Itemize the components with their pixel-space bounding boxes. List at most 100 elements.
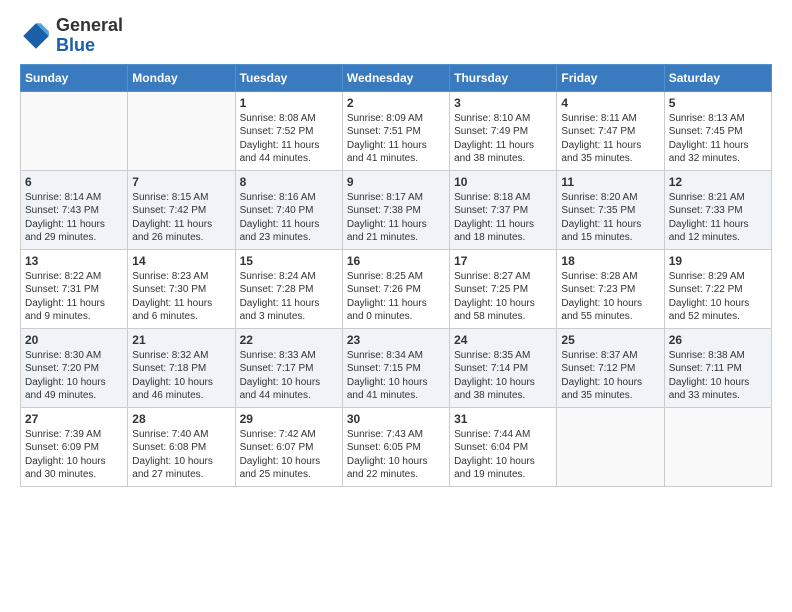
day-info: Sunrise: 7:40 AMSunset: 6:08 PMDaylight:…	[132, 428, 230, 482]
day-info: Sunrise: 7:39 AMSunset: 6:09 PMDaylight:…	[25, 428, 123, 482]
week-row-2: 6 Sunrise: 8:14 AMSunset: 7:43 PMDaylight…	[21, 170, 772, 249]
day-info: Sunrise: 8:10 AMSunset: 7:49 PMDaylight:…	[454, 112, 552, 166]
day-cell: 21 Sunrise: 8:32 AMSunset: 7:18 PMDayligh…	[128, 328, 235, 407]
col-header-monday: Monday	[128, 64, 235, 91]
day-info: Sunrise: 8:16 AMSunset: 7:40 PMDaylight:…	[240, 191, 338, 245]
calendar-table: SundayMondayTuesdayWednesdayThursdayFrid…	[20, 64, 772, 487]
col-header-sunday: Sunday	[21, 64, 128, 91]
day-cell: 15Sunrise: 8:24 AMSunset: 7:28 PMDayligh…	[235, 249, 342, 328]
col-header-thursday: Thursday	[450, 64, 557, 91]
day-number: 9	[347, 175, 445, 189]
day-number: 1	[240, 96, 338, 110]
header: General Blue	[20, 16, 772, 56]
day-info: Sunrise: 8:27 AMSunset: 7:25 PMDaylight:…	[454, 270, 552, 324]
day-number: 26	[669, 333, 767, 347]
day-cell: 27 Sunrise: 7:39 AMSunset: 6:09 PMDayligh…	[21, 407, 128, 486]
day-number: 20	[25, 333, 123, 347]
day-cell: 8Sunrise: 8:16 AMSunset: 7:40 PMDaylight…	[235, 170, 342, 249]
day-number: 19	[669, 254, 767, 268]
day-number: 13	[25, 254, 123, 268]
day-number: 11	[561, 175, 659, 189]
day-cell: 2 Sunrise: 8:09 AMSunset: 7:51 PMDaylight…	[342, 91, 449, 170]
day-cell: 25Sunrise: 8:37 AMSunset: 7:12 PMDayligh…	[557, 328, 664, 407]
week-row-5: 27 Sunrise: 7:39 AMSunset: 6:09 PMDayligh…	[21, 407, 772, 486]
day-number: 18	[561, 254, 659, 268]
day-cell	[21, 91, 128, 170]
day-info: Sunrise: 8:34 AMSunset: 7:15 PMDaylight:…	[347, 349, 445, 403]
day-cell	[557, 407, 664, 486]
day-info: Sunrise: 8:21 AMSunset: 7:33 PMDaylight:…	[669, 191, 767, 245]
logo: General Blue	[20, 16, 123, 56]
day-info: Sunrise: 8:37 AMSunset: 7:12 PMDaylight:…	[561, 349, 659, 403]
day-number: 12	[669, 175, 767, 189]
day-number: 10	[454, 175, 552, 189]
day-number: 3	[454, 96, 552, 110]
day-info: Sunrise: 8:28 AMSunset: 7:23 PMDaylight:…	[561, 270, 659, 324]
day-cell: 23Sunrise: 8:34 AMSunset: 7:15 PMDayligh…	[342, 328, 449, 407]
day-cell: 22 Sunrise: 8:33 AMSunset: 7:17 PMDayligh…	[235, 328, 342, 407]
day-info: Sunrise: 8:32 AMSunset: 7:18 PMDaylight:…	[132, 349, 230, 403]
week-row-4: 20 Sunrise: 8:30 AMSunset: 7:20 PMDayligh…	[21, 328, 772, 407]
col-header-tuesday: Tuesday	[235, 64, 342, 91]
calendar-header-row: SundayMondayTuesdayWednesdayThursdayFrid…	[21, 64, 772, 91]
day-cell: 5 Sunrise: 8:13 AMSunset: 7:45 PMDaylight…	[664, 91, 771, 170]
day-info: Sunrise: 8:29 AMSunset: 7:22 PMDaylight:…	[669, 270, 767, 324]
day-number: 22	[240, 333, 338, 347]
day-cell: 29Sunrise: 7:42 AMSunset: 6:07 PMDayligh…	[235, 407, 342, 486]
day-info: Sunrise: 8:20 AMSunset: 7:35 PMDaylight:…	[561, 191, 659, 245]
week-row-1: 1 Sunrise: 8:08 AMSunset: 7:52 PMDaylight…	[21, 91, 772, 170]
day-number: 21	[132, 333, 230, 347]
day-info: Sunrise: 8:30 AMSunset: 7:20 PMDaylight:…	[25, 349, 123, 403]
day-cell: 12 Sunrise: 8:21 AMSunset: 7:33 PMDayligh…	[664, 170, 771, 249]
day-cell: 18 Sunrise: 8:28 AMSunset: 7:23 PMDayligh…	[557, 249, 664, 328]
day-number: 5	[669, 96, 767, 110]
day-cell	[128, 91, 235, 170]
day-cell: 16 Sunrise: 8:25 AMSunset: 7:26 PMDayligh…	[342, 249, 449, 328]
day-info: Sunrise: 8:22 AMSunset: 7:31 PMDaylight:…	[25, 270, 123, 324]
logo-text: General Blue	[56, 16, 123, 56]
day-number: 14	[132, 254, 230, 268]
day-info: Sunrise: 8:08 AMSunset: 7:52 PMDaylight:…	[240, 112, 338, 166]
day-cell: 19 Sunrise: 8:29 AMSunset: 7:22 PMDayligh…	[664, 249, 771, 328]
day-info: Sunrise: 7:43 AMSunset: 6:05 PMDaylight:…	[347, 428, 445, 482]
day-cell: 10 Sunrise: 8:18 AMSunset: 7:37 PMDayligh…	[450, 170, 557, 249]
day-info: Sunrise: 8:18 AMSunset: 7:37 PMDaylight:…	[454, 191, 552, 245]
day-number: 29	[240, 412, 338, 426]
day-cell: 7Sunrise: 8:15 AMSunset: 7:42 PMDaylight…	[128, 170, 235, 249]
day-cell: 30 Sunrise: 7:43 AMSunset: 6:05 PMDayligh…	[342, 407, 449, 486]
day-cell: 13 Sunrise: 8:22 AMSunset: 7:31 PMDayligh…	[21, 249, 128, 328]
day-cell: 1 Sunrise: 8:08 AMSunset: 7:52 PMDaylight…	[235, 91, 342, 170]
day-cell: 20 Sunrise: 8:30 AMSunset: 7:20 PMDayligh…	[21, 328, 128, 407]
page: General Blue SundayMondayTuesdayWednesda…	[0, 0, 792, 503]
day-cell: 28 Sunrise: 7:40 AMSunset: 6:08 PMDayligh…	[128, 407, 235, 486]
day-info: Sunrise: 8:11 AMSunset: 7:47 PMDaylight:…	[561, 112, 659, 166]
day-cell: 14Sunrise: 8:23 AMSunset: 7:30 PMDayligh…	[128, 249, 235, 328]
day-number: 27	[25, 412, 123, 426]
day-info: Sunrise: 8:13 AMSunset: 7:45 PMDaylight:…	[669, 112, 767, 166]
day-cell: 3 Sunrise: 8:10 AMSunset: 7:49 PMDaylight…	[450, 91, 557, 170]
day-info: Sunrise: 7:44 AMSunset: 6:04 PMDaylight:…	[454, 428, 552, 482]
day-info: Sunrise: 8:09 AMSunset: 7:51 PMDaylight:…	[347, 112, 445, 166]
day-number: 7	[132, 175, 230, 189]
day-cell: 24 Sunrise: 8:35 AMSunset: 7:14 PMDayligh…	[450, 328, 557, 407]
col-header-wednesday: Wednesday	[342, 64, 449, 91]
day-info: Sunrise: 8:35 AMSunset: 7:14 PMDaylight:…	[454, 349, 552, 403]
col-header-friday: Friday	[557, 64, 664, 91]
week-row-3: 13 Sunrise: 8:22 AMSunset: 7:31 PMDayligh…	[21, 249, 772, 328]
day-info: Sunrise: 8:38 AMSunset: 7:11 PMDaylight:…	[669, 349, 767, 403]
day-number: 6	[25, 175, 123, 189]
day-cell: 4Sunrise: 8:11 AMSunset: 7:47 PMDaylight…	[557, 91, 664, 170]
day-number: 16	[347, 254, 445, 268]
day-number: 28	[132, 412, 230, 426]
day-number: 2	[347, 96, 445, 110]
day-cell: 26 Sunrise: 8:38 AMSunset: 7:11 PMDayligh…	[664, 328, 771, 407]
day-info: Sunrise: 8:14 AMSunset: 7:43 PMDaylight:…	[25, 191, 123, 245]
day-number: 30	[347, 412, 445, 426]
day-cell: 6 Sunrise: 8:14 AMSunset: 7:43 PMDaylight…	[21, 170, 128, 249]
day-cell: 11 Sunrise: 8:20 AMSunset: 7:35 PMDayligh…	[557, 170, 664, 249]
day-info: Sunrise: 8:25 AMSunset: 7:26 PMDaylight:…	[347, 270, 445, 324]
day-info: Sunrise: 8:33 AMSunset: 7:17 PMDaylight:…	[240, 349, 338, 403]
day-number: 24	[454, 333, 552, 347]
day-number: 31	[454, 412, 552, 426]
day-info: Sunrise: 8:17 AMSunset: 7:38 PMDaylight:…	[347, 191, 445, 245]
